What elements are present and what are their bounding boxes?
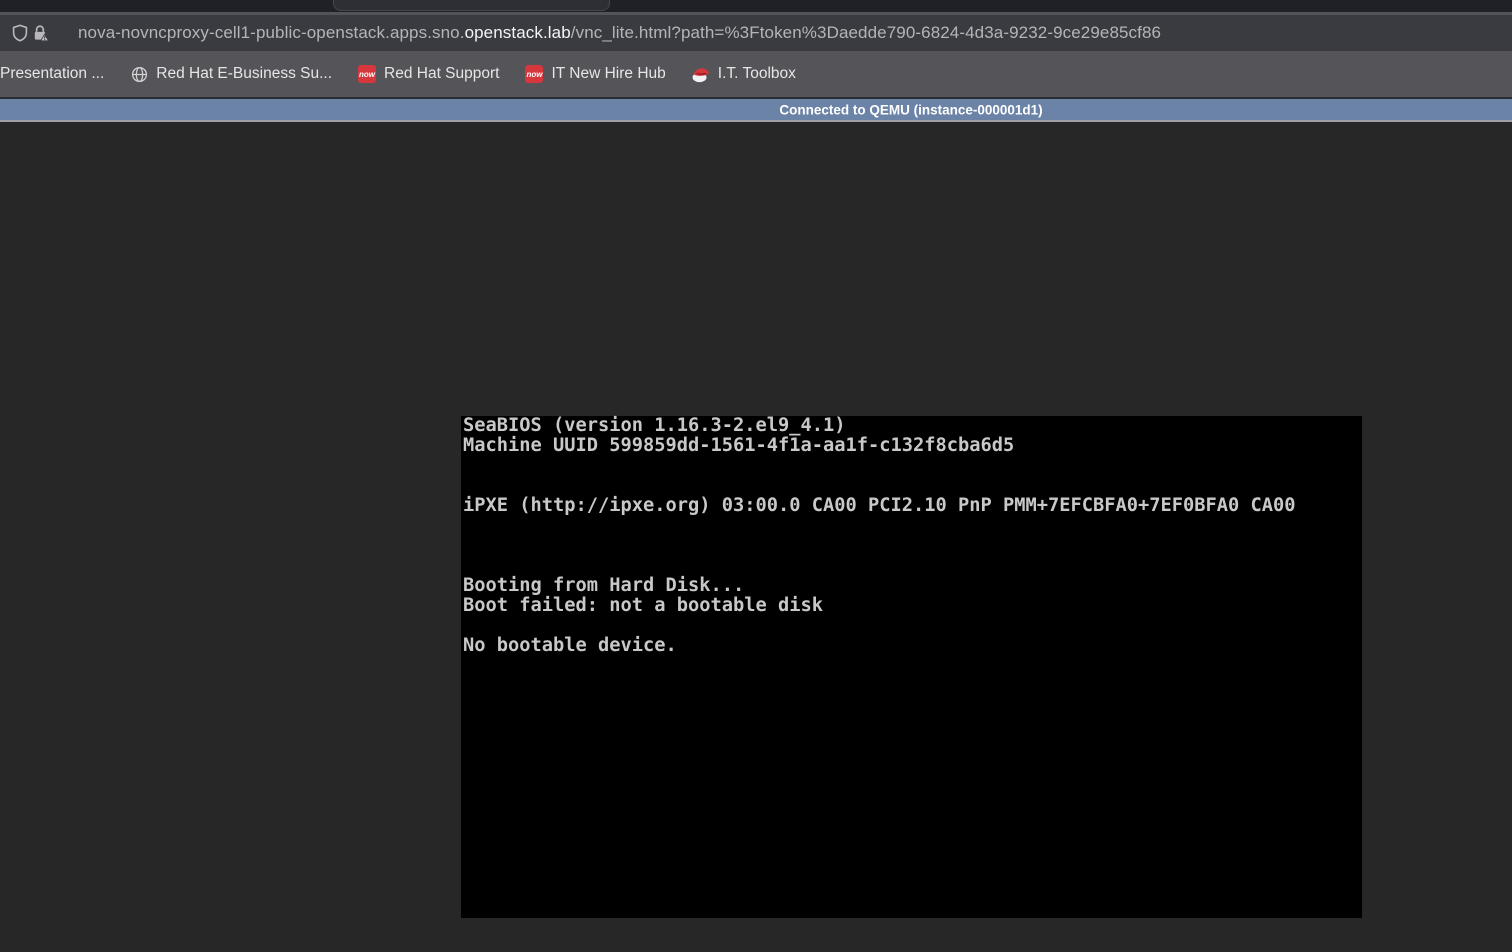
servicenow-now-icon: now xyxy=(525,65,544,83)
vnc-status-text: Connected to QEMU (instance-000001d1) xyxy=(779,102,1043,117)
vnc-canvas[interactable]: SeaBIOS (version 1.16.3-2.el9_4.1) Machi… xyxy=(461,416,1362,918)
url-path: /vnc_lite.html?path=%3Ftoken%3Daedde790-… xyxy=(570,23,1162,42)
vnc-page: SeaBIOS (version 1.16.3-2.el9_4.1) Machi… xyxy=(0,122,1512,948)
tab-strip xyxy=(0,0,1512,12)
bookmark-label: IT New Hire Hub xyxy=(551,65,666,82)
bookmark-label: Red Hat E-Business Su... xyxy=(156,65,333,82)
url-domain: openstack.lab xyxy=(464,23,571,42)
redhat-fedora-icon xyxy=(692,65,710,83)
bios-console-text: SeaBIOS (version 1.16.3-2.el9_4.1) Machi… xyxy=(463,415,1296,656)
url-display[interactable]: nova-novncproxy-cell1-public-openstack.a… xyxy=(78,15,1161,51)
active-tab[interactable] xyxy=(333,0,610,11)
bookmarks-bar: Presentation ... Red Hat E-Business Su..… xyxy=(0,51,1512,97)
servicenow-now-icon: now xyxy=(358,65,377,83)
url-prefix: nova-novncproxy-cell1-public-openstack.a… xyxy=(78,23,465,42)
tracking-protection-shield-icon[interactable] xyxy=(11,24,29,42)
bookmark-label: I.T. Toolbox xyxy=(717,65,796,82)
globe-icon xyxy=(130,65,148,83)
bookmark-it-new-hire-hub[interactable]: now IT New Hire Hub xyxy=(525,65,666,83)
bookmark-it-toolbox[interactable]: I.T. Toolbox xyxy=(692,65,796,83)
url-bar[interactable]: nova-novncproxy-cell1-public-openstack.a… xyxy=(0,15,1512,51)
connection-not-secure-lock-icon[interactable] xyxy=(31,24,50,43)
bookmark-label: Presentation ... xyxy=(0,65,105,82)
browser-window: nova-novncproxy-cell1-public-openstack.a… xyxy=(0,0,1512,952)
bookmark-presentation[interactable]: Presentation ... xyxy=(0,65,104,83)
bookmark-redhat-support[interactable]: now Red Hat Support xyxy=(358,65,499,83)
bookmark-redhat-ebusiness[interactable]: Red Hat E-Business Su... xyxy=(130,65,332,83)
bookmark-label: Red Hat Support xyxy=(384,65,500,82)
vnc-status-bar: Connected to QEMU (instance-000001d1) xyxy=(0,99,1512,122)
